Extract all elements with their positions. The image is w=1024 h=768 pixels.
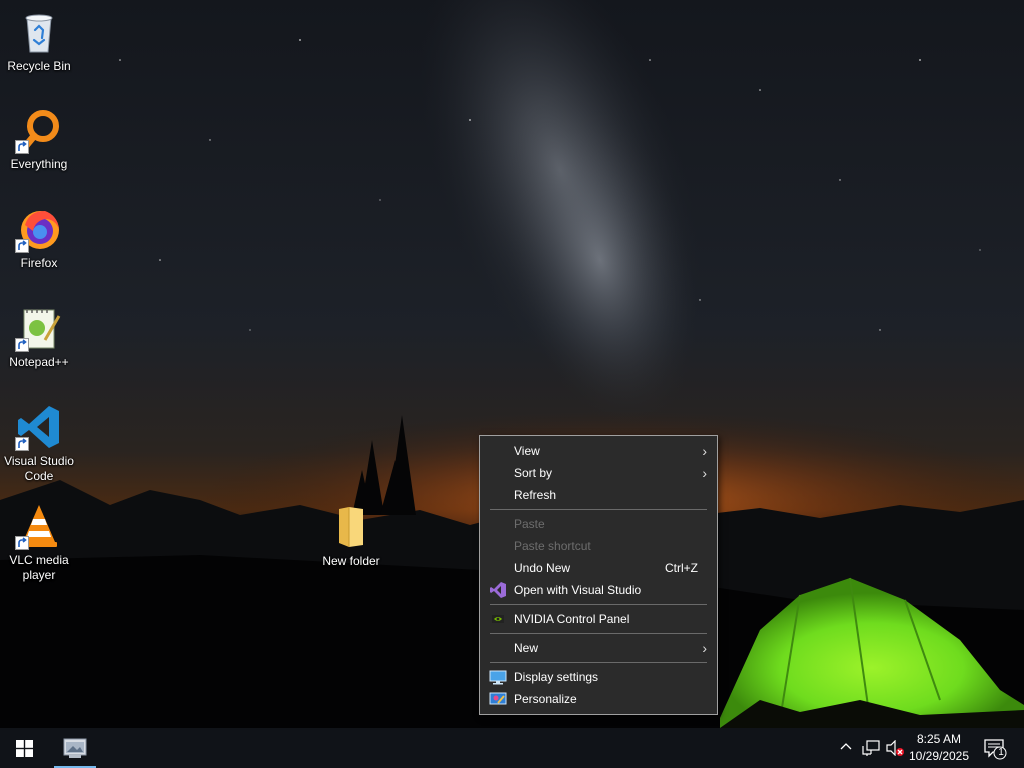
menu-item-label: Open with Visual Studio [514,583,642,597]
menu-item-label: Refresh [514,488,557,502]
desktop-icon-label: Everything [10,157,68,171]
vlc-icon [15,502,63,550]
menu-item-sort-by[interactable]: Sort by › [480,462,717,484]
shortcut-arrow-icon [15,338,29,352]
shortcut-arrow-icon [15,536,29,550]
desktop-icon-new-folder[interactable]: New folder [313,503,389,569]
taskbar-clock[interactable]: 8:25 AM 10/29/2025 [904,731,974,765]
visual-studio-icon [489,582,507,598]
menu-item-undo-new[interactable]: Undo New Ctrl+Z [480,557,717,579]
shortcut-arrow-icon [15,140,29,154]
personalize-icon [489,691,507,707]
menu-item-label: New [514,641,539,655]
desktop-icon-label: Firefox [20,256,58,270]
desktop-icon-everything[interactable]: Everything [1,106,77,172]
desktop-icon-vlc[interactable]: VLC media player [1,502,77,583]
menu-item-label: NVIDIA Control Panel [514,612,630,626]
menu-item-label: Undo New [514,561,571,575]
clock-date: 10/29/2025 [908,749,970,763]
chevron-up-icon [840,743,852,750]
chevron-right-icon: › [702,640,707,656]
menu-item-new[interactable]: New › [480,637,717,659]
desktop-icon-vscode[interactable]: Visual Studio Code [1,403,77,484]
desktop-icon-label: New folder [322,554,380,568]
menu-item-paste-shortcut: Paste shortcut [480,535,717,557]
desktop-icon-label: Recycle Bin [7,59,71,73]
clock-time: 8:25 AM [916,732,962,746]
recycle-bin-icon [15,8,63,56]
desktop-icon-label: Notepad++ [9,355,69,369]
firefox-icon [15,205,63,253]
folder-icon [327,503,375,551]
menu-item-nvidia-control-panel[interactable]: NVIDIA Control Panel [480,608,717,630]
action-center-button[interactable]: 1 [980,728,1012,768]
notepadpp-icon [15,304,63,352]
volume-muted-icon [886,740,904,756]
notification-icon [984,739,1007,760]
display-settings-icon [489,669,507,685]
menu-separator [490,662,707,663]
volume-tray-button[interactable] [884,728,906,768]
network-icon [862,740,880,756]
shortcut-arrow-icon [15,437,29,451]
menu-item-label: Sort by [514,466,553,480]
desktop-icon-firefox[interactable]: Firefox [1,205,77,271]
menu-separator [490,604,707,605]
taskbar-app-button[interactable] [54,728,96,768]
menu-separator [490,509,707,510]
desktop-icon-notepadpp[interactable]: Notepad++ [1,304,77,370]
desktop-icon-label: VLC media player [9,553,69,582]
windows-logo-icon [16,740,33,757]
menu-item-paste: Paste [480,513,717,535]
keyboard-shortcut: Ctrl+Z [665,561,698,575]
menu-item-label: Paste shortcut [514,539,591,553]
start-button[interactable] [0,728,48,768]
menu-item-display-settings[interactable]: Display settings [480,666,717,688]
network-tray-button[interactable] [860,728,882,768]
desktop-icon-recycle-bin[interactable]: Recycle Bin [1,8,77,74]
app-window-icon [63,738,87,758]
menu-item-view[interactable]: View › [480,440,717,462]
menu-item-open-with-visual-studio[interactable]: Open with Visual Studio [480,579,717,601]
notification-count: 1 [998,747,1004,758]
vscode-icon [15,403,63,451]
everything-icon [15,106,63,154]
chevron-right-icon: › [702,465,707,481]
chevron-right-icon: › [702,443,707,459]
menu-item-label: View [514,444,540,458]
tray-overflow-button[interactable] [836,728,856,768]
shortcut-arrow-icon [15,239,29,253]
taskbar: 8:25 AM 10/29/2025 1 [0,728,1024,768]
menu-item-label: Display settings [514,670,599,684]
menu-separator [490,633,707,634]
menu-item-refresh[interactable]: Refresh [480,484,717,506]
menu-item-label: Paste [514,517,545,531]
menu-item-label: Personalize [514,692,577,706]
desktop-context-menu: View › Sort by › Refresh Paste Paste sho… [479,435,718,715]
menu-item-personalize[interactable]: Personalize [480,688,717,710]
desktop-icon-label: Visual Studio Code [4,454,74,483]
nvidia-icon [489,611,507,627]
